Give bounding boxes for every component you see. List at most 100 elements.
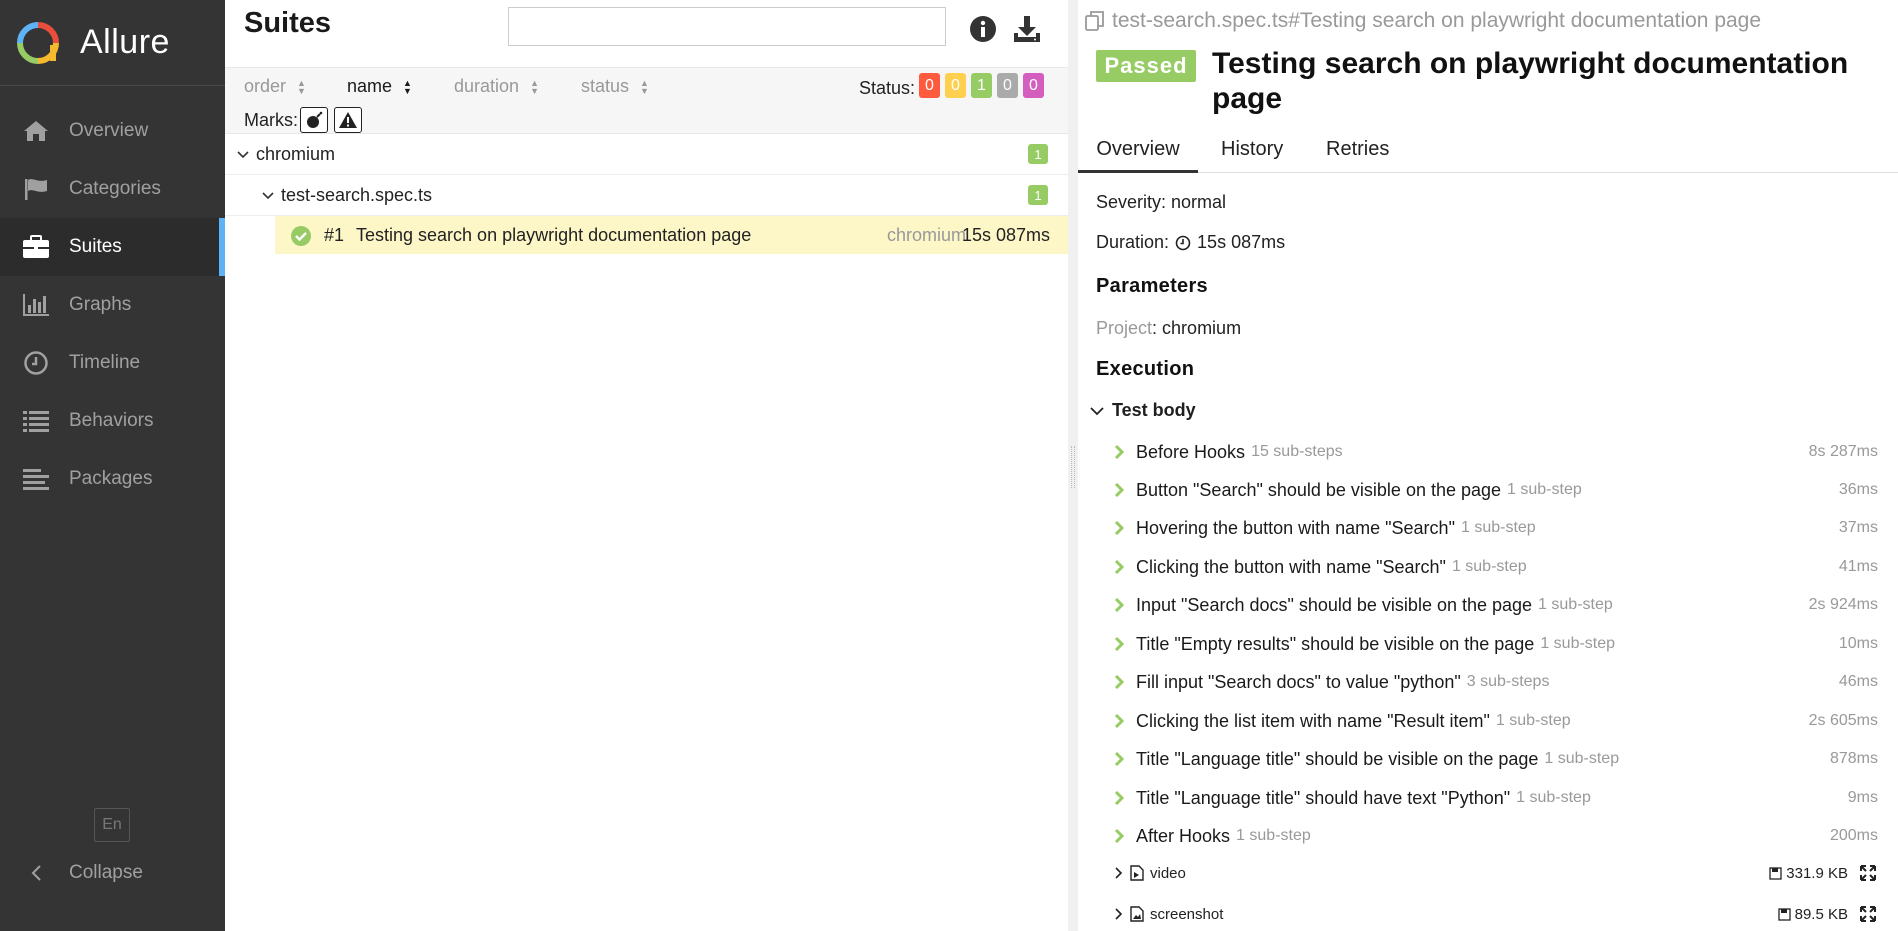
attachment-row[interactable]: video 331.9 KB — [1114, 859, 1878, 887]
tree-file-label: test-search.spec.ts — [281, 184, 433, 205]
step-row[interactable]: Title "Language title" should be visible… — [1114, 744, 1878, 774]
bar-chart-icon — [22, 291, 50, 319]
step-substeps: 1 sub-step — [1460, 519, 1536, 536]
chevron-down-icon — [237, 147, 249, 162]
step-row[interactable]: Title "Empty results" should be visible … — [1114, 629, 1878, 659]
language-switch[interactable]: En — [94, 808, 130, 842]
chevron-right-icon — [1115, 867, 1123, 879]
step-substeps: 1 sub-step — [1236, 827, 1311, 844]
allure-logo-icon — [17, 21, 59, 64]
step-row[interactable]: Title "Language title" should have text … — [1114, 783, 1878, 813]
step-substeps: 1 sub-step — [1538, 596, 1613, 613]
status-passed-toggle[interactable]: 1 — [971, 73, 992, 98]
tab-overview[interactable]: Overview — [1078, 138, 1198, 173]
step-substeps: 1 sub-step — [1507, 481, 1582, 498]
flaky-mark-toggle[interactable] — [300, 107, 328, 133]
search-input[interactable] — [508, 7, 946, 46]
parameters-heading: Parameters — [1096, 275, 1208, 297]
pane-splitter[interactable] — [1068, 0, 1078, 931]
status-filter: 0 0 1 0 0 — [919, 73, 1044, 98]
sidebar-item-categories[interactable]: Categories — [0, 160, 225, 218]
tree-file-row[interactable]: test-search.spec.ts 1 — [225, 175, 1068, 216]
chevron-right-icon — [1114, 791, 1136, 805]
test-number: #1 — [324, 224, 345, 245]
sidebar-item-packages[interactable]: Packages — [0, 450, 225, 508]
status-filter-label: Status: — [859, 78, 916, 98]
expand-icon[interactable] — [1860, 906, 1876, 926]
status-broken-toggle[interactable]: 0 — [945, 73, 966, 98]
info-button[interactable] — [966, 12, 1000, 46]
step-name: Title "Language title" should have text … — [1136, 787, 1511, 808]
step-name: Button "Search" should be visible on the… — [1136, 479, 1502, 500]
sidebar-item-label: Behaviors — [69, 410, 154, 431]
step-row[interactable]: After Hooks 1 sub-step 200ms — [1114, 821, 1878, 851]
severity-label: Severity: — [1096, 192, 1167, 212]
sidebar-item-suites[interactable]: Suites — [0, 218, 225, 276]
duration-label: Duration: — [1096, 232, 1170, 252]
page-title: Suites — [244, 7, 332, 39]
tree-group-count: 1 — [1028, 144, 1048, 164]
sort-arrows-icon: ▲ ▼ — [297, 77, 306, 96]
tree-group-row[interactable]: chromium 1 — [225, 134, 1068, 175]
splitter-grip-icon — [1071, 446, 1075, 488]
sidebar-item-label: Suites — [69, 236, 122, 257]
status-skipped-toggle[interactable]: 0 — [997, 73, 1018, 98]
step-duration: 37ms — [1838, 519, 1878, 536]
sort-by-name[interactable]: name ▲ ▼ — [347, 76, 412, 97]
expand-icon[interactable] — [1860, 865, 1876, 885]
chevron-right-icon — [1114, 598, 1136, 612]
sidebar-item-label: Overview — [69, 120, 149, 141]
sort-label: order — [244, 76, 287, 96]
status-failed-toggle[interactable]: 0 — [919, 73, 940, 98]
duration-line: Duration: 15s 087ms — [1096, 232, 1285, 253]
status-unknown-toggle[interactable]: 0 — [1023, 73, 1044, 98]
tab-retries[interactable]: Retries — [1326, 138, 1389, 173]
chevron-right-icon — [1114, 521, 1136, 535]
step-duration: 2s 605ms — [1808, 712, 1878, 729]
tab-history[interactable]: History — [1221, 138, 1283, 173]
sort-label: name — [347, 76, 393, 96]
step-row[interactable]: Hovering the button with name "Search" 1… — [1114, 513, 1878, 543]
flag-icon — [22, 175, 50, 203]
collapse-label: Collapse — [69, 862, 143, 883]
passed-check-icon — [291, 226, 311, 251]
step-duration: 46ms — [1838, 673, 1878, 690]
copy-icon[interactable] — [1084, 10, 1106, 32]
step-name: Title "Language title" should be visible… — [1136, 748, 1539, 769]
test-name: Testing search on playwright documentati… — [356, 224, 752, 245]
step-row[interactable]: Before Hooks 15 sub-steps 8s 287ms — [1114, 437, 1878, 467]
test-body-toggle[interactable]: Test body — [1090, 400, 1196, 421]
step-substeps: 15 sub-steps — [1251, 443, 1343, 460]
sidebar-item-overview[interactable]: Overview — [0, 102, 225, 160]
attachment-size: 331.9 KB — [1769, 865, 1848, 882]
attachment-row[interactable]: screenshot 89.5 KB — [1114, 900, 1878, 928]
allure-report-app: Allure Overview Categories Suites Graphs… — [0, 0, 1898, 931]
sort-by-order[interactable]: order ▲ ▼ — [244, 76, 306, 97]
step-row[interactable]: Button "Search" should be visible on the… — [1114, 475, 1878, 505]
collapse-button[interactable]: Collapse — [22, 858, 143, 888]
suites-pane: Suites order ▲ ▼ name ▲ ▼ duration ▲ ▼ s… — [225, 0, 1068, 931]
step-row[interactable]: Input "Search docs" should be visible on… — [1114, 590, 1878, 620]
step-substeps: 1 sub-step — [1516, 789, 1591, 806]
sort-by-duration[interactable]: duration ▲ ▼ — [454, 76, 539, 97]
step-row[interactable]: Fill input "Search docs" to value "pytho… — [1114, 667, 1878, 697]
test-case-row[interactable]: #1 Testing search on playwright document… — [275, 216, 1068, 254]
sort-arrows-icon: ▲ ▼ — [640, 77, 649, 96]
new-failed-mark-toggle[interactable] — [334, 107, 362, 133]
list-icon — [22, 407, 50, 435]
sidebar-item-graphs[interactable]: Graphs — [0, 276, 225, 334]
brand[interactable]: Allure — [0, 0, 225, 86]
step-row[interactable]: Clicking the list item with name "Result… — [1114, 706, 1878, 736]
sidebar: Allure Overview Categories Suites Graphs… — [0, 0, 225, 931]
sidebar-item-timeline[interactable]: Timeline — [0, 334, 225, 392]
step-row[interactable]: Clicking the button with name "Search" 1… — [1114, 552, 1878, 582]
sort-by-status[interactable]: status ▲ ▼ — [581, 76, 649, 97]
sidebar-item-behaviors[interactable]: Behaviors — [0, 392, 225, 450]
step-name: Before Hooks — [1136, 441, 1246, 462]
chevron-right-icon — [1115, 908, 1123, 920]
download-button[interactable] — [1010, 12, 1044, 46]
step-duration: 41ms — [1838, 558, 1878, 575]
chevron-right-icon — [1114, 445, 1136, 459]
parameter-value: chromium — [1162, 318, 1242, 338]
suites-header: Suites — [225, 0, 1068, 67]
